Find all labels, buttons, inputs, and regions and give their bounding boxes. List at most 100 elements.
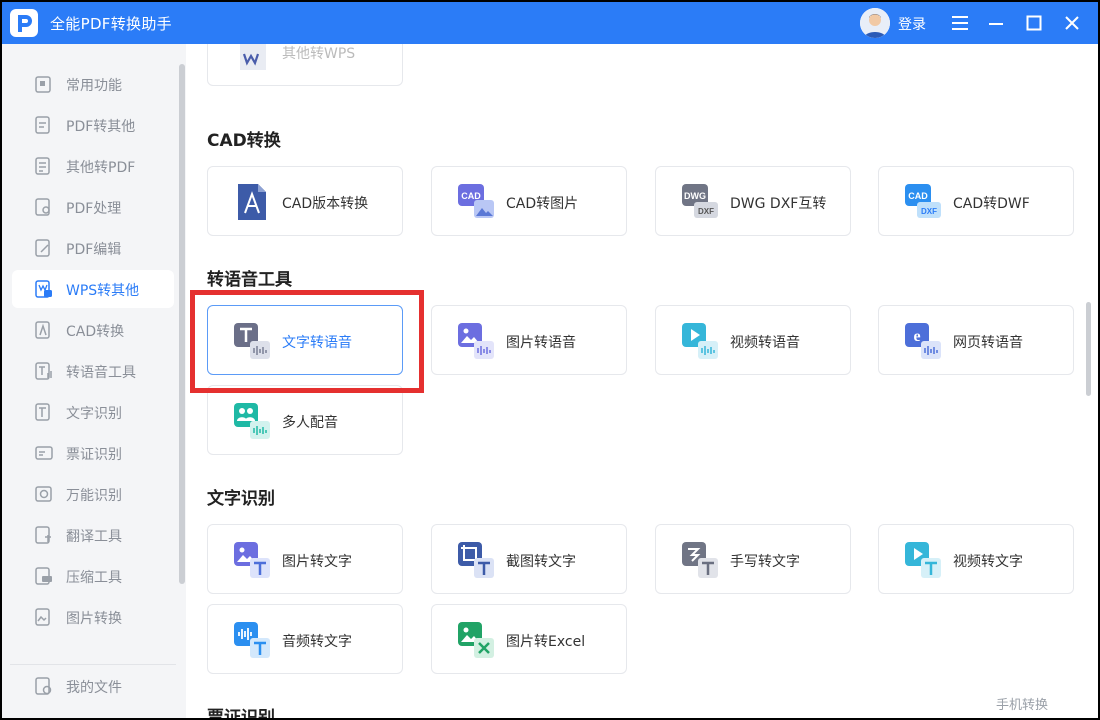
image-to-text-icon [234,542,270,578]
pdf-edit-icon [35,239,50,257]
maximize-icon[interactable] [1020,9,1048,37]
card-screenshot-to-text[interactable]: 截图转文字 [431,524,627,594]
sidebar-item-other-to-pdf[interactable]: 其他转PDF [12,147,174,185]
sidebar-item-label: 文字识别 [66,406,122,422]
wps-document-icon [240,44,266,70]
section-title-cad: CAD转换 [207,131,281,151]
sidebar-item-label: PDF编辑 [66,242,122,258]
card-image-to-text[interactable]: 图片转文字 [207,524,403,594]
card-label: 图片转语音 [506,335,576,351]
cad-version-icon [238,184,266,220]
sidebar-item-label: 票证识别 [66,447,122,463]
sidebar-item-pdf-edit[interactable]: PDF编辑 [12,229,174,267]
sidebar-item-cad-convert[interactable]: CAD转换 [12,311,174,349]
sidebar-item-label: 我的文件 [66,680,122,696]
card-image-to-voice[interactable]: 图片转语音 [431,305,627,375]
sidebar-item-label: 转语音工具 [66,365,136,381]
app-logo-icon [10,9,38,37]
cad-convert-icon [35,321,50,339]
cad-badge-text: CAD [461,191,481,201]
dxf-badge-text: DXF [921,207,937,216]
sidebar-item-ticket[interactable]: 票证识别 [12,434,174,472]
sidebar-item-compress[interactable]: 压缩工具 [12,557,174,595]
text-to-speech-icon [35,362,52,380]
card-webpage-to-voice[interactable]: e 网页转语音 [878,305,1074,375]
user-avatar-icon[interactable] [860,8,890,38]
card-text-to-voice[interactable]: 文字转语音 [207,305,403,375]
card-cad-version[interactable]: CAD版本转换 [207,166,403,236]
title-bar: 全能PDF转换助手 登录 [2,2,1098,44]
card-image-to-excel[interactable]: 图片转Excel [431,604,627,674]
sidebar-item-tts[interactable]: 转语音工具 [12,352,174,390]
sidebar-item-universal[interactable]: 万能识别 [12,475,174,513]
card-label: 图片转Excel [506,634,586,650]
sidebar-item-label: 万能识别 [66,488,122,504]
webpage-to-voice-icon: e [905,323,941,359]
video-to-voice-icon [682,323,718,359]
sidebar-item-label: 常用功能 [66,78,122,94]
sidebar-item-my-files[interactable]: 我的文件 [12,667,174,705]
pdf-process-icon [35,198,50,216]
main-scrollbar[interactable] [1086,302,1091,396]
section-title-ticket: 票证识别 [207,708,275,718]
sidebar-item-image-convert[interactable]: 图片转换 [12,598,174,636]
card-label: CAD转图片 [506,196,579,212]
mobile-convert-link[interactable]: 手机转换 [996,694,1048,713]
card-label: 多人配音 [282,415,338,431]
sidebar-item-label: 图片转换 [66,611,122,627]
card-cad-to-image[interactable]: CAD CAD转图片 [431,166,627,236]
main-panel: 其他转WPS CAD转换 CAD版本转换 CAD CAD转图片 DWG DXF D… [186,44,1098,718]
svg-text:e: e [913,328,920,345]
sidebar-item-wps-to-other[interactable]: WPS转其他 [12,270,174,308]
sidebar: 常用功能 PDF转其他 其他转PDF PDF处理 PDF编辑 WPS转其他 CA… [2,44,186,718]
ticket-recognition-icon [35,446,53,460]
pdf-to-other-icon [35,116,50,134]
login-button[interactable]: 登录 [898,14,926,34]
sidebar-item-label: PDF转其他 [66,119,136,135]
card-label: 截图转文字 [506,554,576,570]
cad-badge-text: CAD [908,191,928,201]
sidebar-scrollbar[interactable] [179,64,185,584]
card-video-to-voice[interactable]: 视频转语音 [655,305,851,375]
section-title-tts: 转语音工具 [207,270,292,290]
translate-icon [35,526,51,544]
universal-recognition-icon [35,486,52,502]
minimize-icon[interactable] [982,9,1010,37]
card-audio-to-text[interactable]: 音频转文字 [207,604,403,674]
card-other-to-wps[interactable]: 其他转WPS [207,44,403,86]
sidebar-item-label: 翻译工具 [66,529,122,545]
card-handwriting-to-text[interactable]: 手写转文字 [655,524,851,594]
image-to-excel-icon [458,622,494,658]
sidebar-item-ocr[interactable]: 文字识别 [12,393,174,431]
my-files-icon [35,677,52,695]
sidebar-item-pdf-process[interactable]: PDF处理 [12,188,174,226]
app-title: 全能PDF转换助手 [50,15,172,33]
card-video-to-text[interactable]: 视频转文字 [878,524,1074,594]
dwg-dxf-icon: DWG DXF [682,184,718,218]
card-multi-voice[interactable]: 多人配音 [207,385,403,455]
wps-to-other-icon [35,280,52,298]
menu-icon[interactable] [946,9,974,37]
cad-to-dwf-icon: CAD DXF [905,184,941,218]
dwg-badge-text: DWG [684,191,706,201]
card-label: 视频转语音 [730,335,800,351]
section-title-ocr: 文字识别 [207,489,275,509]
image-convert-icon [35,608,50,626]
close-icon[interactable] [1058,9,1086,37]
sidebar-item-pdf-to-other[interactable]: PDF转其他 [12,106,174,144]
card-dwg-dxf[interactable]: DWG DXF DWG DXF互转 [655,166,851,236]
text-recognition-icon [35,403,50,421]
sidebar-item-label: CAD转换 [66,324,125,340]
sidebar-item-label: 其他转PDF [66,160,136,176]
card-cad-to-dwf[interactable]: CAD DXF CAD转DWF [878,166,1074,236]
cad-to-image-icon: CAD [458,184,494,218]
sidebar-item-translate[interactable]: 翻译工具 [12,516,174,554]
sidebar-item-common[interactable]: 常用功能 [12,65,174,103]
other-to-pdf-icon [35,157,50,175]
compress-icon [35,567,52,585]
sidebar-item-label: PDF处理 [66,201,122,217]
screenshot-to-text-icon [458,542,494,578]
sidebar-item-label: 压缩工具 [66,570,122,586]
video-to-text-icon [905,542,941,578]
handwriting-to-text-icon [682,542,718,578]
